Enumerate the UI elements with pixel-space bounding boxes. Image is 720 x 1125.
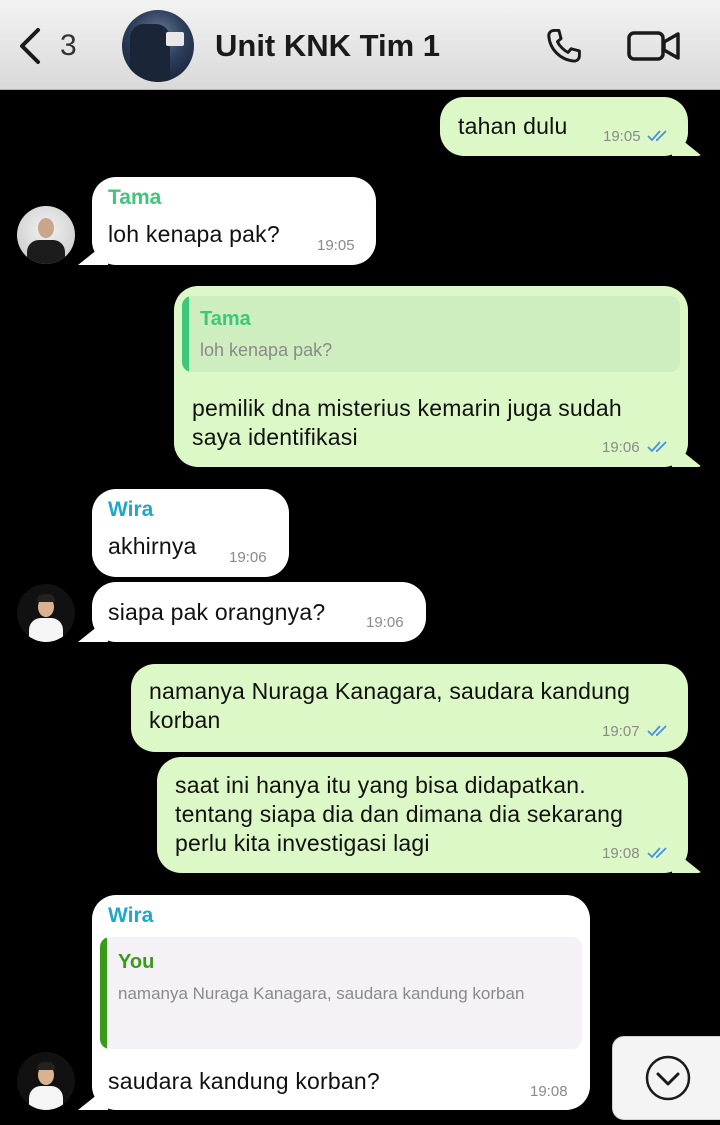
message-text-line: saat ini hanya itu yang bisa didapatkan. [175, 772, 586, 798]
quoted-message[interactable]: Tama loh kenapa pak? [182, 296, 680, 372]
message-time: 19:08 [602, 845, 640, 862]
message-text: akhirnya [108, 533, 197, 559]
message-text-line: namanya Nuraga Kanagara, saudara kandung [149, 678, 631, 704]
quote-bar [100, 937, 107, 1049]
back-button[interactable]: 3 [16, 26, 86, 66]
read-ticks-icon [647, 441, 667, 453]
quote-bar [182, 296, 189, 372]
group-avatar[interactable] [122, 10, 194, 82]
message-text: siapa pak orangnya? [108, 599, 326, 625]
chevron-down-circle-icon [645, 1055, 691, 1101]
unread-count: 3 [60, 29, 77, 62]
message-bubble-incoming-reply[interactable]: Wira You namanya Nuraga Kanagara, saudar… [92, 895, 590, 1110]
message-text-line: perlu kita investigasi lagi [175, 830, 430, 856]
message-bubble-outgoing-reply[interactable]: Tama loh kenapa pak? pemilik dna misteri… [174, 286, 688, 467]
message-bubble-incoming[interactable]: Wira akhirnya 19:06 [92, 489, 289, 577]
message-time: 19:06 [366, 614, 404, 631]
message-time: 19:06 [229, 549, 267, 566]
message-text-line: korban [149, 707, 221, 733]
sender-name: Wira [108, 904, 154, 927]
chat-title[interactable]: Unit KNK Tim 1 [215, 28, 440, 64]
read-ticks-icon [647, 847, 667, 859]
sender-name: Tama [108, 186, 162, 209]
phone-icon [547, 28, 581, 63]
quoted-message[interactable]: You namanya Nuraga Kanagara, saudara kan… [100, 937, 582, 1049]
video-camera-icon [627, 31, 680, 61]
video-call-button[interactable] [624, 22, 684, 70]
quote-text: loh kenapa pak? [200, 340, 333, 360]
message-text-line: pemilik dna misterius kemarin juga sudah [192, 395, 622, 421]
message-bubble-outgoing[interactable]: tahan dulu 19:05 [440, 97, 688, 156]
read-ticks-icon [647, 130, 667, 142]
message-time: 19:08 [530, 1083, 568, 1100]
chat-header: 3 Unit KNK Tim 1 [0, 0, 720, 90]
quote-sender: Tama [200, 308, 251, 330]
avatar-tama[interactable] [17, 206, 75, 264]
scroll-to-bottom-button[interactable] [612, 1036, 720, 1120]
read-ticks-icon [647, 725, 667, 737]
message-bubble-incoming[interactable]: siapa pak orangnya? 19:06 [92, 582, 426, 642]
message-time: 19:07 [602, 723, 640, 740]
message-bubble-outgoing[interactable]: saat ini hanya itu yang bisa didapatkan.… [157, 757, 688, 873]
message-time: 19:05 [603, 128, 641, 145]
quote-sender: You [118, 951, 155, 973]
voice-call-button[interactable] [540, 22, 588, 70]
message-text: saudara kandung korban? [108, 1068, 380, 1094]
avatar-wira[interactable] [17, 1052, 75, 1110]
message-bubble-outgoing[interactable]: namanya Nuraga Kanagara, saudara kandung… [131, 664, 688, 752]
chevron-left-icon [20, 28, 40, 64]
sender-name: Wira [108, 498, 154, 521]
message-text-line: tentang siapa dia dan dimana dia sekaran… [175, 801, 624, 827]
message-time: 19:06 [602, 439, 640, 456]
message-bubble-incoming[interactable]: Tama loh kenapa pak? 19:05 [92, 177, 376, 265]
quote-text: namanya Nuraga Kanagara, saudara kandung… [118, 984, 525, 1003]
message-time: 19:05 [317, 237, 355, 254]
message-text: loh kenapa pak? [108, 221, 280, 247]
message-text: tahan dulu [458, 113, 568, 139]
avatar-wira[interactable] [17, 584, 75, 642]
message-text-line: saya identifikasi [192, 424, 358, 450]
